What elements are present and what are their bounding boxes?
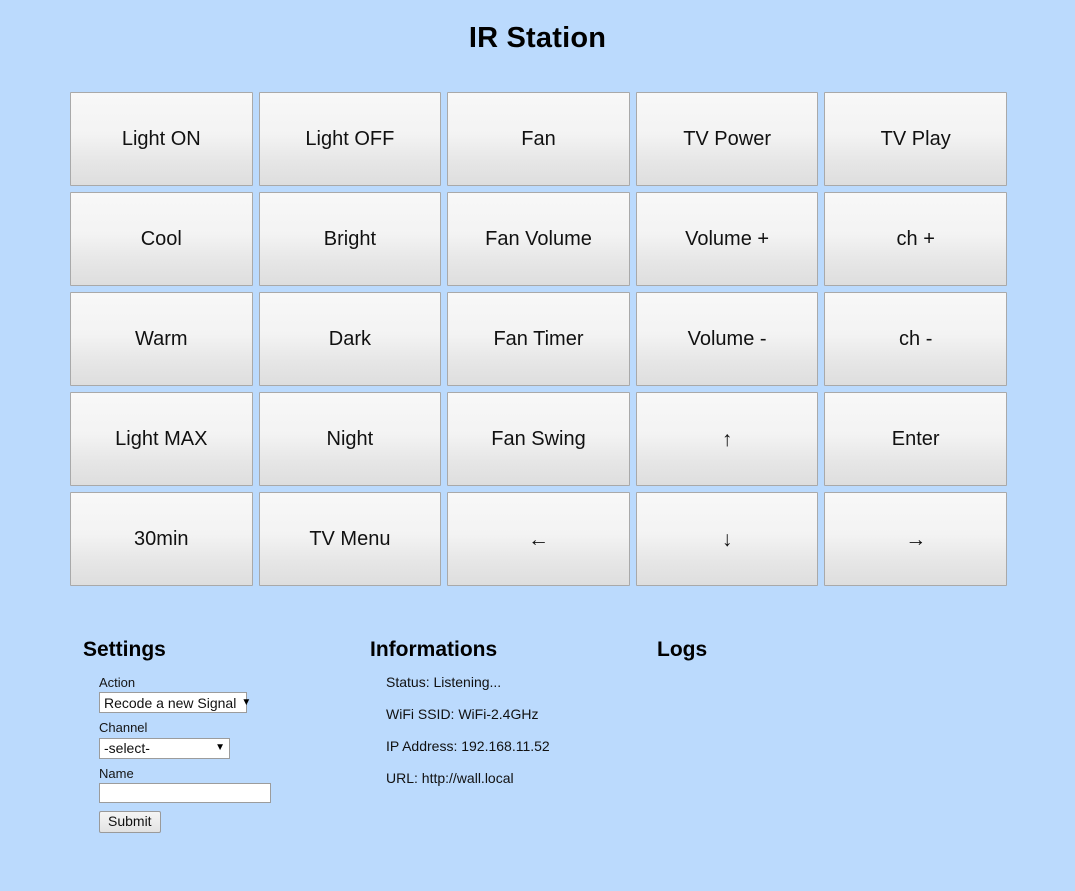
ir-button-label: Night xyxy=(326,428,374,450)
page-title: IR Station xyxy=(468,22,607,54)
name-input[interactable] xyxy=(99,782,271,803)
channel-label: Channel xyxy=(99,720,148,736)
information-item: WiFi SSID: WiFi-2.4GHz xyxy=(386,706,539,723)
ir-button-label: ← xyxy=(527,527,549,551)
ir-button-volume-up[interactable]: Volume + xyxy=(635,192,819,286)
informations-panel: Informations Status: Listening... WiFi SS… xyxy=(370,638,657,833)
ir-button-label: Fan Swing xyxy=(491,428,586,450)
chevron-down-icon: ▼ xyxy=(241,696,252,708)
settings-panel: Settings Action Recode a new Signal ▼ Ch… xyxy=(83,638,370,834)
ir-button-label: Fan xyxy=(521,128,556,150)
action-field: Action Recode a new Signal ▼ xyxy=(99,675,370,718)
ir-button-light-max[interactable]: Light MAX xyxy=(70,392,253,486)
name-field: Name xyxy=(99,766,370,803)
action-label: Action xyxy=(99,675,136,691)
ir-button-label: Light MAX xyxy=(115,428,208,450)
chevron-down-icon: ▼ xyxy=(215,742,225,754)
ir-button-label: TV Play xyxy=(880,128,951,150)
ir-button-tv-power[interactable]: TV Power xyxy=(635,92,819,186)
ir-button-arrow-left-icon[interactable]: ← xyxy=(447,492,630,586)
ir-button-arrow-up-icon[interactable]: ↑ xyxy=(635,392,819,486)
ir-button-arrow-right-icon[interactable]: → xyxy=(824,492,1007,586)
logs-heading: Logs xyxy=(657,638,708,661)
ir-button-light-on[interactable]: Light ON xyxy=(70,92,253,186)
ir-button-volume-down[interactable]: Volume - xyxy=(635,292,819,386)
ir-button-label: Volume - xyxy=(687,328,767,350)
ir-button-bright[interactable]: Bright xyxy=(258,192,442,286)
ir-button-warm[interactable]: Warm xyxy=(70,292,253,386)
ir-button-channel-up[interactable]: ch + xyxy=(824,192,1007,286)
ir-button-label: Enter xyxy=(891,428,940,450)
ir-button-label: Bright xyxy=(323,228,377,250)
submit-button[interactable]: Submit xyxy=(99,810,161,834)
action-select-value: Recode a new Signal xyxy=(104,694,237,711)
information-item: URL: http://wall.local xyxy=(386,770,514,787)
ir-button-label: ↑ xyxy=(721,427,733,451)
ir-button-label: Light ON xyxy=(121,128,201,150)
ir-button-enter[interactable]: Enter xyxy=(824,392,1007,486)
ir-button-cool[interactable]: Cool xyxy=(70,192,253,286)
logs-panel: Logs xyxy=(657,638,944,833)
channel-select-value: -select- xyxy=(104,740,150,757)
ir-button-label: → xyxy=(905,527,927,551)
ir-button-label: Volume + xyxy=(685,228,770,250)
informations-heading: Informations xyxy=(370,638,498,661)
ir-button-label: Cool xyxy=(140,228,182,250)
information-item: Status: Listening... xyxy=(386,674,502,691)
ir-button-30min[interactable]: 30min xyxy=(70,492,253,586)
ir-button-grid: Light ON Light OFF Fan TV Power TV Play Cool B… xyxy=(70,92,1007,586)
ir-button-night[interactable]: Night xyxy=(258,392,442,486)
ir-button-label: Warm xyxy=(135,328,188,350)
ir-button-fan-volume[interactable]: Fan Volume xyxy=(447,192,630,286)
ir-button-tv-menu[interactable]: TV Menu xyxy=(258,492,442,586)
ir-button-label: ch - xyxy=(899,328,933,350)
action-select-wrap: Recode a new Signal ▼ xyxy=(99,692,251,714)
ir-button-label: ch + xyxy=(896,228,935,250)
ir-button-label: Fan Timer xyxy=(493,328,584,350)
ir-button-label: TV Menu xyxy=(309,528,391,550)
ir-button-light-off[interactable]: Light OFF xyxy=(258,92,442,186)
ir-button-label: Light OFF xyxy=(305,128,395,150)
channel-select[interactable]: -select- ▼ xyxy=(99,737,230,759)
informations-list: Status: Listening... WiFi SSID: WiFi-2.4G… xyxy=(386,675,657,785)
channel-select-wrap: -select- ▼ xyxy=(99,737,230,759)
ir-button-fan-timer[interactable]: Fan Timer xyxy=(447,292,630,386)
name-label: Name xyxy=(99,765,134,781)
settings-form: Action Recode a new Signal ▼ Channel -se… xyxy=(83,675,370,834)
bottom-panels: Settings Action Recode a new Signal ▼ Ch… xyxy=(83,638,1033,834)
ir-button-fan[interactable]: Fan xyxy=(447,92,630,186)
ir-button-label: Dark xyxy=(328,328,371,350)
ir-button-label: Fan Volume xyxy=(485,228,592,250)
ir-button-dark[interactable]: Dark xyxy=(258,292,442,386)
ir-button-tv-play[interactable]: TV Play xyxy=(824,92,1007,186)
channel-field: Channel -select- ▼ xyxy=(99,720,370,763)
settings-heading: Settings xyxy=(83,638,166,661)
ir-button-channel-down[interactable]: ch - xyxy=(824,292,1007,386)
informations-body: Status: Listening... WiFi SSID: WiFi-2.4G… xyxy=(370,675,657,785)
ir-button-label: TV Power xyxy=(683,128,771,150)
ir-button-arrow-down-icon[interactable]: ↓ xyxy=(635,492,819,586)
ir-button-label: 30min xyxy=(134,528,189,550)
information-item: IP Address: 192.168.11.52 xyxy=(386,738,550,755)
ir-button-fan-swing[interactable]: Fan Swing xyxy=(447,392,630,486)
action-select[interactable]: Recode a new Signal ▼ xyxy=(99,692,251,714)
ir-button-label: ↓ xyxy=(721,527,733,551)
